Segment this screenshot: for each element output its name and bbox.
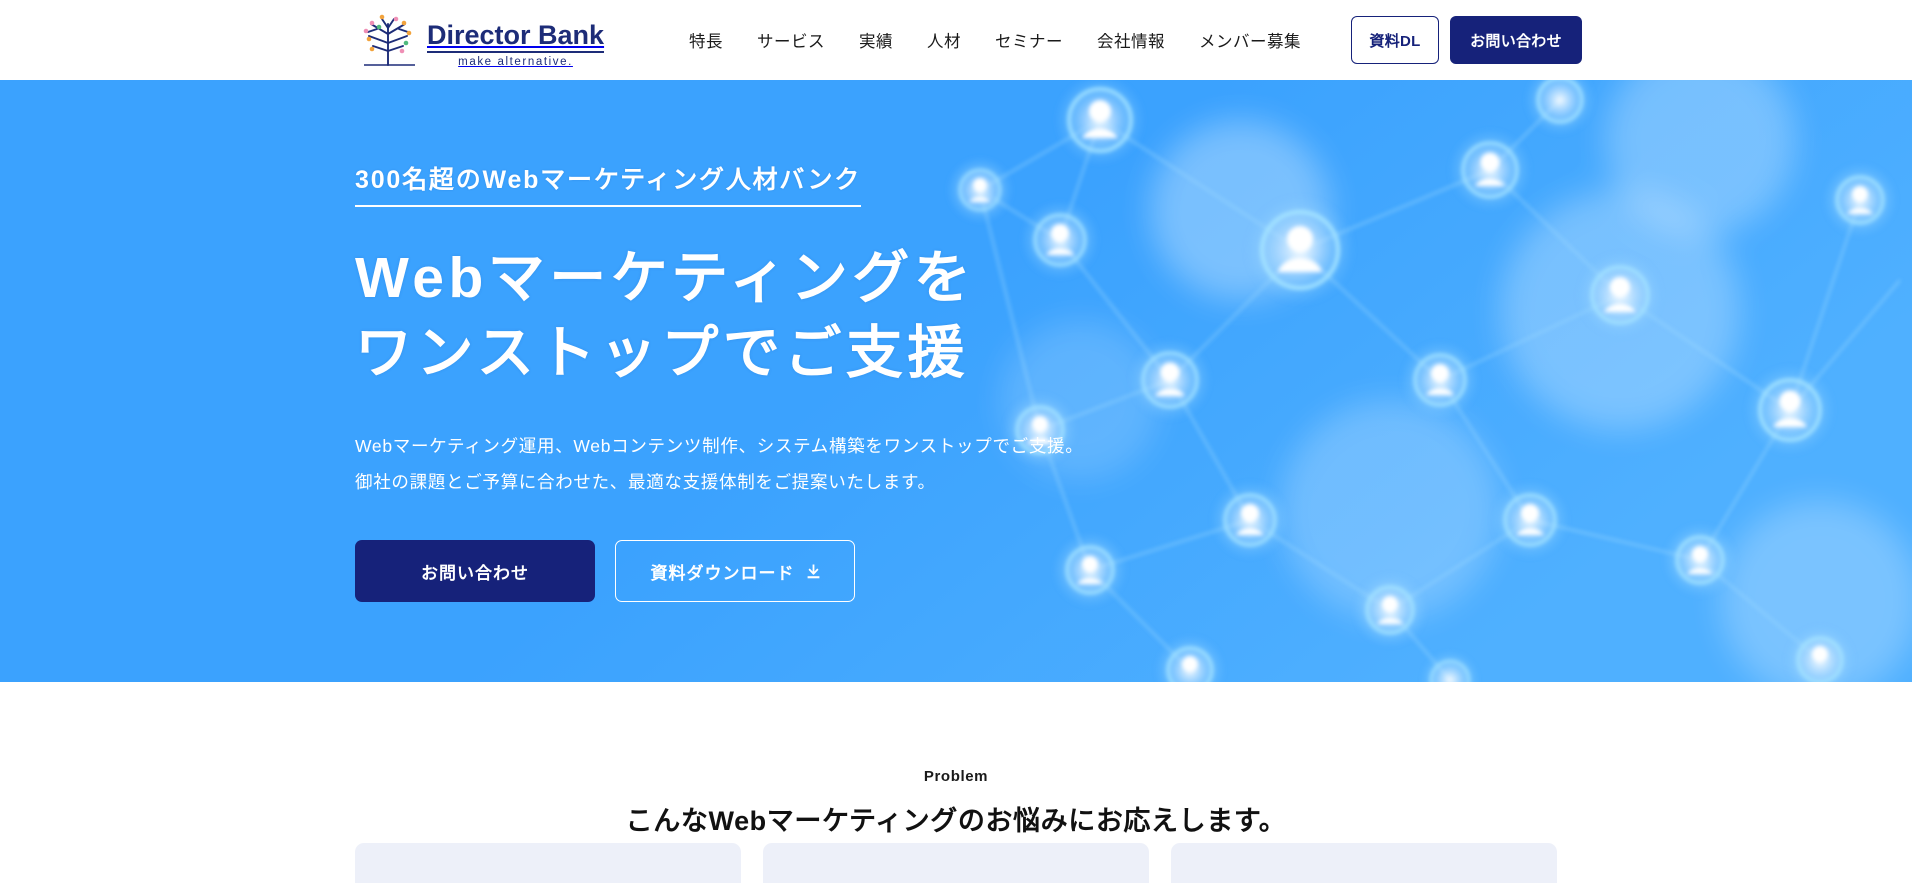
- nav-item-results[interactable]: 実績: [842, 28, 910, 52]
- logo-text: Director Bank make alternative.: [427, 20, 605, 70]
- nav-item-features[interactable]: 特長: [672, 28, 740, 52]
- header-download-button[interactable]: 資料DL: [1351, 16, 1439, 64]
- hero-download-button[interactable]: 資料ダウンロード: [615, 540, 855, 603]
- problem-card[interactable]: [1171, 843, 1557, 883]
- nav-item-seminar[interactable]: セミナー: [978, 28, 1080, 52]
- main-navigation: 特長 サービス 実績 人材 セミナー 会社情報 メンバー募集: [672, 0, 1318, 80]
- hero-contact-button[interactable]: お問い合わせ: [355, 540, 595, 603]
- problem-card[interactable]: [355, 843, 741, 883]
- nav-item-company[interactable]: 会社情報: [1080, 28, 1182, 52]
- problem-card[interactable]: [763, 843, 1149, 883]
- nav-item-recruiting[interactable]: メンバー募集: [1182, 28, 1318, 52]
- download-icon: [807, 564, 819, 579]
- hero-section: 300名超のWebマーケティング人材バンク Webマーケティングを ワンストップ…: [0, 80, 1912, 682]
- logo-divider: [427, 51, 605, 53]
- hero-download-label: 資料ダウンロード: [650, 563, 795, 583]
- hero-title-line-2: ワンストップでご支援: [355, 321, 969, 386]
- hero-title: Webマーケティングを ワンストップでご支援: [355, 241, 1255, 393]
- site-header: Director Bank make alternative. 特長 サービス …: [0, 0, 1912, 80]
- hero-description-line-2: 御社の課題とご予算に合わせた、最適な支援体制をご提案いたします。: [355, 472, 936, 493]
- problem-section: Problem こんなWebマーケティングのお悩みにお応えします。: [0, 682, 1912, 864]
- hero-description-line-1: Webマーケティング運用、Webコンテンツ制作、システム構築をワンストップでご支…: [355, 436, 1084, 457]
- hero-actions: お問い合わせ 資料ダウンロード: [355, 540, 1255, 603]
- logo-name: Director Bank: [427, 20, 605, 51]
- problem-card-list: [355, 843, 1557, 883]
- hero-title-line-1: Webマーケティングを: [355, 245, 976, 310]
- hero-description: Webマーケティング運用、Webコンテンツ制作、システム構築をワンストップでご支…: [355, 428, 1255, 500]
- header-actions: 資料DL お問い合わせ: [1351, 0, 1582, 80]
- logo-link[interactable]: Director Bank make alternative.: [355, 10, 605, 70]
- hero-content: 300名超のWebマーケティング人材バンク Webマーケティングを ワンストップ…: [355, 80, 1255, 682]
- tree-logo-icon: [363, 14, 415, 66]
- header-contact-button[interactable]: お問い合わせ: [1450, 16, 1582, 64]
- problem-section-label: Problem: [923, 768, 989, 785]
- nav-item-talent[interactable]: 人材: [910, 28, 978, 52]
- hero-tagline: 300名超のWebマーケティング人材バンク: [355, 160, 862, 207]
- logo-tagline: make alternative.: [458, 56, 573, 68]
- nav-item-service[interactable]: サービス: [740, 28, 842, 52]
- problem-section-title: こんなWebマーケティングのお悩みにお応えします。: [625, 806, 1287, 836]
